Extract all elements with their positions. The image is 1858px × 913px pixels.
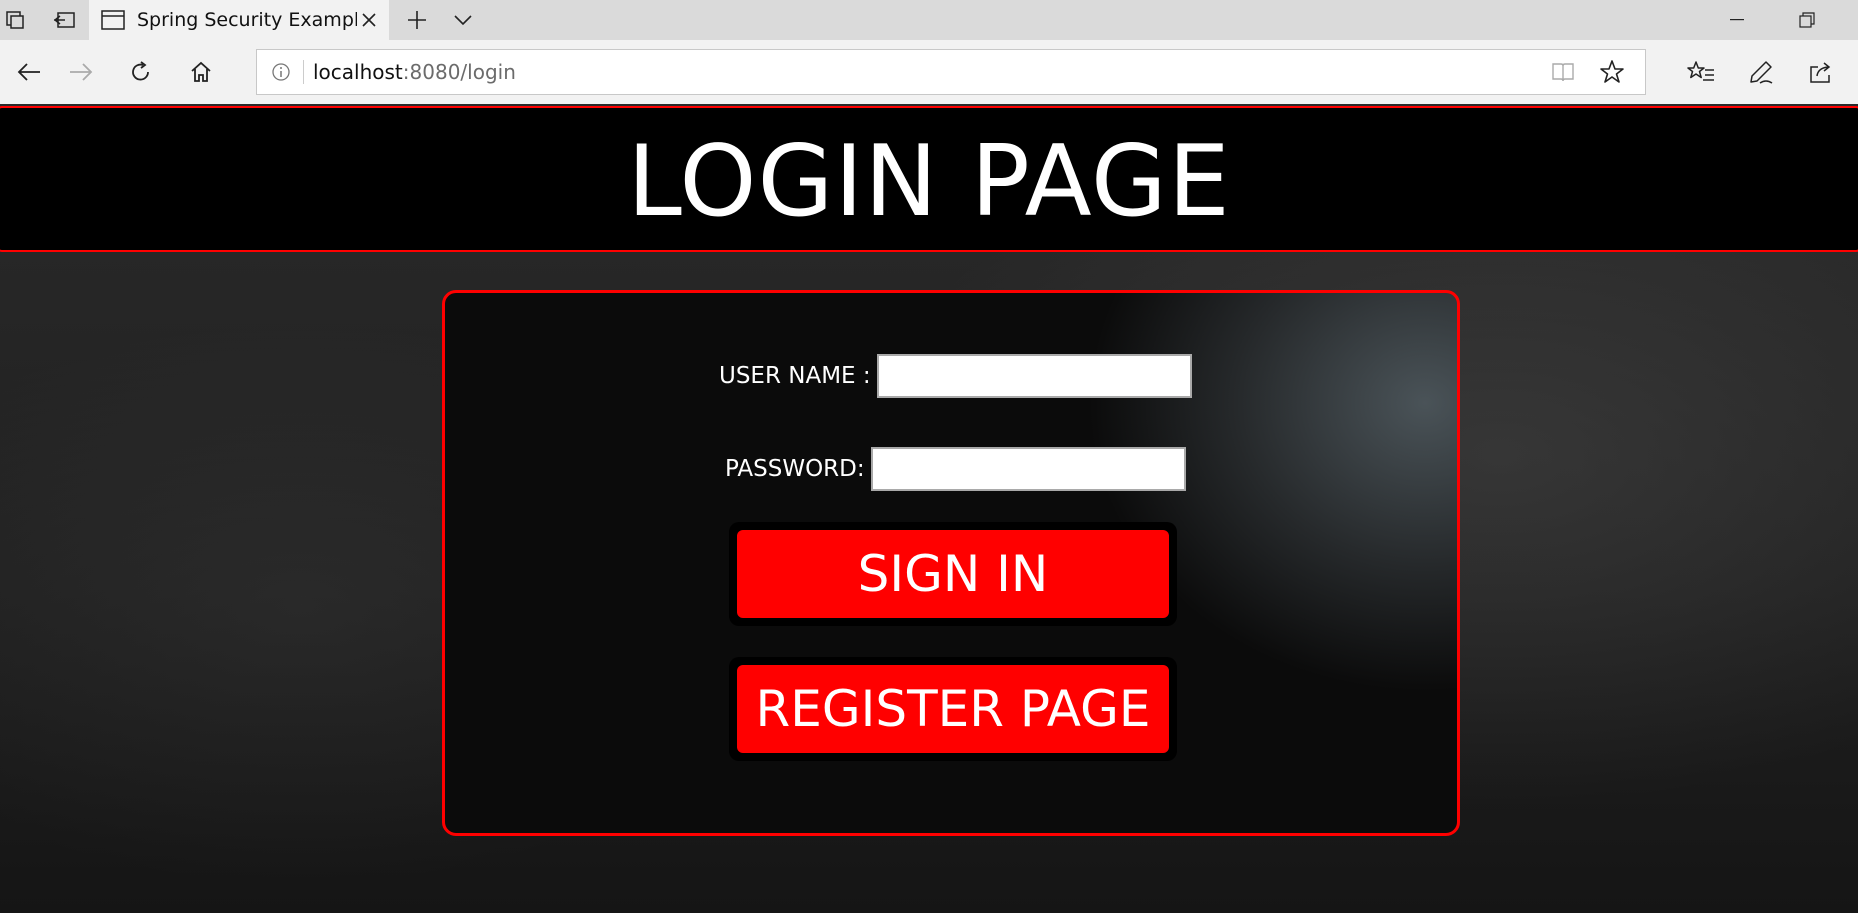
- browser-titlebar: Spring Security Example: [0, 0, 1858, 41]
- url-host: localhost: [313, 60, 403, 84]
- username-input[interactable]: [876, 354, 1192, 398]
- login-form-card: USER NAME : PASSWORD: SIGN IN REGISTER P…: [442, 290, 1460, 836]
- page-title: LOGIN PAGE: [627, 125, 1231, 239]
- sign-in-button[interactable]: SIGN IN: [737, 530, 1169, 618]
- tab-preview-chevron-down-icon[interactable]: [446, 0, 480, 40]
- forward-icon[interactable]: [52, 40, 110, 104]
- username-label: USER NAME :: [719, 363, 871, 389]
- url-path: :8080/login: [402, 60, 516, 84]
- site-info-icon[interactable]: [271, 50, 291, 94]
- page-body: LOGIN PAGE USER NAME : PASSWORD: SIGN IN…: [0, 104, 1858, 913]
- refresh-icon[interactable]: [112, 40, 170, 104]
- tab-manager-icon[interactable]: [0, 0, 30, 40]
- page-icon: [101, 10, 125, 34]
- set-tabs-aside-icon[interactable]: [46, 0, 82, 40]
- close-tab-icon[interactable]: [361, 0, 377, 40]
- tab-title: Spring Security Example: [137, 9, 357, 31]
- home-icon[interactable]: [172, 40, 230, 104]
- browser-navbar: localhost:8080/login: [0, 40, 1858, 104]
- share-icon[interactable]: [1792, 40, 1850, 104]
- register-button-frame: REGISTER PAGE: [729, 657, 1177, 761]
- browser-tab[interactable]: Spring Security Example: [89, 0, 389, 41]
- url-text[interactable]: localhost:8080/login: [313, 50, 516, 94]
- page-header: LOGIN PAGE: [0, 106, 1858, 252]
- sign-in-button-frame: SIGN IN: [729, 522, 1177, 626]
- restore-icon[interactable]: [1778, 0, 1836, 40]
- password-input[interactable]: [870, 447, 1186, 491]
- address-separator: [303, 60, 304, 84]
- new-tab-icon[interactable]: [400, 0, 434, 40]
- username-row: USER NAME :: [719, 354, 1192, 398]
- favorites-hub-icon[interactable]: [1672, 40, 1730, 104]
- minimize-icon[interactable]: [1708, 0, 1766, 40]
- address-bar[interactable]: localhost:8080/login: [256, 49, 1646, 95]
- reading-view-icon[interactable]: [1551, 50, 1575, 94]
- favorite-star-icon[interactable]: [1599, 50, 1625, 94]
- password-row: PASSWORD:: [725, 447, 1186, 491]
- password-label: PASSWORD:: [725, 456, 865, 482]
- register-page-button[interactable]: REGISTER PAGE: [737, 665, 1169, 753]
- web-note-pen-icon[interactable]: [1732, 40, 1790, 104]
- back-icon[interactable]: [0, 40, 58, 104]
